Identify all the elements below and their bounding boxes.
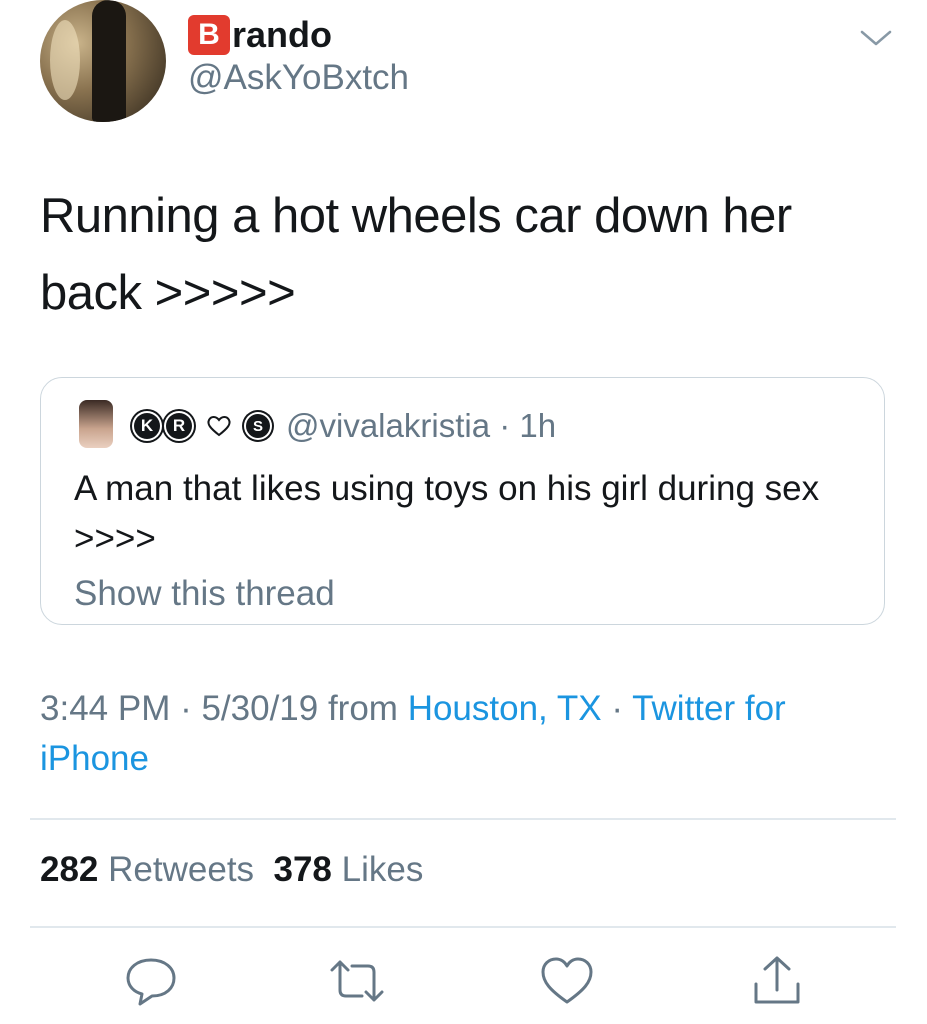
timestamp-date[interactable]: 3:44 PM · 5/30/19 from xyxy=(40,689,398,728)
retweets-stat[interactable]: 282 Retweets xyxy=(40,850,254,889)
display-name-text: rando xyxy=(232,14,333,55)
tweet-stats: 282 Retweets 378 Likes xyxy=(40,850,423,890)
tweet-meta: 3:44 PM · 5/30/19 from Houston, TX · Twi… xyxy=(40,684,900,784)
retweets-label: Retweets xyxy=(108,850,255,889)
location-link[interactable]: Houston, TX xyxy=(408,689,602,728)
avatar-figure xyxy=(92,0,126,122)
retweets-count: 282 xyxy=(40,850,99,889)
share-button[interactable] xyxy=(748,954,806,1008)
divider-top xyxy=(30,818,896,820)
tweet-text: Running a hot wheels car down her back >… xyxy=(40,189,792,320)
avatar-highlight xyxy=(50,20,80,100)
s-badge: S xyxy=(246,414,270,438)
likes-count: 378 xyxy=(273,850,332,889)
b-emoji-badge: B xyxy=(188,15,230,55)
author-name[interactable]: B rando xyxy=(188,14,332,56)
quoted-tweet-card[interactable]: K R S @vivalakristia · 1h A man that lik… xyxy=(40,377,885,625)
show-thread-link[interactable]: Show this thread xyxy=(74,574,335,614)
quoted-tweet-text: A man that likes using toys on his girl … xyxy=(74,469,820,558)
k-badge: K xyxy=(134,413,160,439)
retweet-button[interactable] xyxy=(328,954,386,1008)
quoted-handle-time[interactable]: @vivalakristia · 1h xyxy=(286,407,556,445)
divider-bottom xyxy=(30,926,896,928)
heart-emoji-icon xyxy=(207,416,231,437)
chevron-down-icon[interactable] xyxy=(858,26,894,50)
meta-separator: · xyxy=(611,689,623,728)
author-avatar[interactable] xyxy=(40,0,166,122)
retweet-icon xyxy=(330,960,384,1002)
likes-stat[interactable]: 378 Likes xyxy=(274,850,424,889)
quoted-tweet-header: K R S @vivalakristia · 1h xyxy=(134,402,556,450)
quoted-avatar[interactable] xyxy=(79,400,113,448)
share-icon xyxy=(754,956,800,1004)
reply-icon xyxy=(126,958,176,1006)
like-button[interactable] xyxy=(538,954,596,1008)
r-badge: R xyxy=(166,413,192,439)
reply-button[interactable] xyxy=(122,954,180,1008)
like-icon xyxy=(541,957,593,1004)
author-handle[interactable]: @AskYoBxtch xyxy=(188,58,409,98)
likes-label: Likes xyxy=(341,850,424,889)
